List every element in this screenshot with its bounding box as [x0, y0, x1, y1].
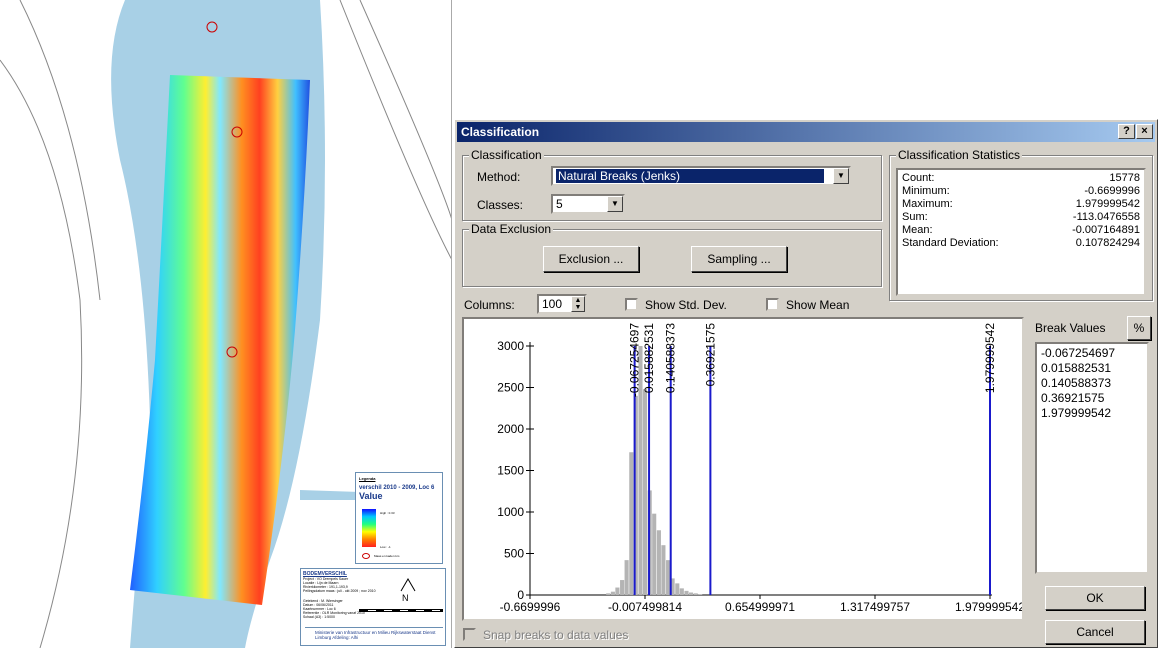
break-line-label: -0.067254697	[628, 323, 642, 397]
exclusion-button[interactable]: Exclusion ...	[543, 246, 639, 272]
y-tick-label: 2000	[497, 422, 524, 436]
classification-dialog: Classification ? × Classification Method…	[454, 119, 1158, 648]
help-button[interactable]: ?	[1118, 124, 1135, 139]
break-value[interactable]: -0.067254697	[1041, 346, 1143, 361]
sampling-button[interactable]: Sampling ...	[691, 246, 787, 272]
legend-marker-icon	[362, 553, 370, 559]
legend-value-label: Value	[359, 491, 383, 501]
columns-value: 100	[542, 297, 563, 311]
legend-marker-label: Maas en kaden km	[374, 554, 400, 558]
histogram-panel[interactable]: 0 500 1000 1500 2000 2500 3000 -0.6699996 -0.007…	[462, 317, 1025, 621]
histogram-bar	[684, 590, 689, 595]
map-legend: Legenda verschil 2010 - 2009, Loc 6 Valu…	[355, 472, 443, 564]
break-values-list[interactable]: -0.067254697 0.015882531 0.140588373 0.3…	[1035, 342, 1149, 574]
columns-label: Columns:	[464, 298, 515, 312]
classes-dropdown[interactable]: 5 ▼	[551, 194, 625, 214]
method-dropdown[interactable]: Natural Breaks (Jenks) ▼	[551, 166, 851, 186]
histogram-bar	[693, 593, 698, 595]
histogram-bar	[610, 591, 615, 595]
map-titleblock: BODEMVERSCHIL Project : VO Drempels Saue…	[300, 568, 446, 646]
dialog-title: Classification	[461, 125, 540, 139]
spinner-arrows-icon[interactable]: ▲ ▼	[571, 296, 585, 312]
classes-label: Classes:	[477, 198, 524, 212]
classification-group-label: Classification	[469, 148, 544, 162]
chevron-down-icon[interactable]: ▼	[607, 196, 623, 212]
stat-count: Count: 15778	[902, 172, 1140, 184]
stat-minimum: Minimum: -0.6699996	[902, 185, 1140, 197]
statistics-group-label: Classification Statistics	[896, 148, 1023, 162]
snap-breaks-checkbox[interactable]	[463, 628, 476, 641]
break-line-label: 0.015882531	[642, 323, 656, 393]
north-label: N	[402, 593, 409, 603]
snap-breaks-label: Snap breaks to data values	[483, 628, 629, 642]
classification-group: Classification Method: Natural Breaks (J…	[462, 148, 882, 221]
classes-value: 5	[556, 197, 563, 211]
percent-button[interactable]: %	[1127, 316, 1151, 340]
scale-bar	[359, 609, 443, 612]
dialog-titlebar[interactable]: Classification ? ×	[457, 122, 1155, 142]
show-std-dev-label: Show Std. Dev.	[645, 298, 727, 312]
classification-statistics-group: Classification Statistics Count: 15778 Mi…	[889, 148, 1153, 301]
histogram-bar	[629, 452, 634, 595]
histogram-bar	[698, 594, 703, 595]
titleblock-detail: Schaal (A3) : 1:5000	[303, 615, 335, 619]
histogram-bar	[652, 513, 657, 595]
show-mean-checkbox[interactable]	[766, 298, 779, 311]
histogram-bar	[615, 587, 620, 595]
y-tick-label: 3000	[497, 339, 524, 353]
legend-high: High : 0.33	[380, 511, 395, 515]
data-exclusion-label: Data Exclusion	[469, 222, 554, 236]
legend-color-ramp	[362, 509, 376, 547]
show-mean-label: Show Mean	[786, 298, 850, 312]
y-tick-label: 2500	[497, 381, 524, 395]
stat-maximum: Maximum: 1.979999542	[902, 198, 1140, 210]
close-button[interactable]: ×	[1136, 124, 1153, 139]
histogram-bar	[620, 580, 625, 595]
y-tick-label: 1500	[497, 464, 524, 478]
statistics-panel: Count: 15778 Minimum: -0.6699996 Maximum: 1…	[896, 168, 1146, 296]
histogram-bar	[661, 545, 666, 595]
histogram-bar	[675, 583, 680, 595]
show-std-dev-checkbox[interactable]	[625, 298, 638, 311]
histogram-chart[interactable]: 050010001500200025003000-0.6699996 -0.007…	[464, 319, 1025, 619]
break-line-label: 1.979999542	[983, 323, 997, 393]
histogram-bar	[656, 530, 661, 595]
break-line-label: 0.140588373	[664, 323, 678, 393]
histogram-bar	[688, 592, 694, 595]
x-tick-label: 0.654999971	[725, 600, 795, 614]
break-value[interactable]: 1.979999542	[1041, 406, 1143, 421]
x-tick-label: -0.6699996	[500, 600, 561, 614]
histogram-bar	[624, 560, 629, 595]
cancel-button[interactable]: Cancel	[1045, 620, 1145, 644]
columns-spinner[interactable]: 100 ▲ ▼	[537, 294, 587, 314]
break-value[interactable]: 0.140588373	[1041, 376, 1143, 391]
break-value[interactable]: 0.36921575	[1041, 391, 1143, 406]
stat-std-dev: Standard Deviation: 0.107824294	[902, 237, 1140, 249]
y-tick-label: 500	[504, 547, 524, 561]
chevron-down-icon[interactable]: ▼	[833, 168, 849, 184]
legend-low: Low : -1	[380, 545, 391, 549]
stat-mean: Mean: -0.007164891	[902, 224, 1140, 236]
method-value: Natural Breaks (Jenks)	[556, 169, 824, 183]
method-label: Method:	[477, 170, 521, 184]
break-value[interactable]: 0.015882531	[1041, 361, 1143, 376]
break-line-label: 0.36921575	[703, 323, 717, 387]
legend-heading: Legenda	[359, 476, 376, 481]
data-exclusion-group: Data Exclusion Exclusion ... Sampling ..…	[462, 222, 882, 287]
x-tick-label: -0.007499814	[608, 600, 682, 614]
ministry-label: Ministerie van Infrastructuur en Milieu …	[305, 627, 443, 640]
stat-sum: Sum: -113.0476558	[902, 211, 1140, 223]
x-tick-label: 1.317499757	[840, 600, 910, 614]
x-tick-label: 1.979999542	[955, 600, 1022, 614]
histogram-bar	[606, 593, 611, 595]
ok-button[interactable]: OK	[1045, 586, 1145, 610]
histogram-bar	[679, 588, 684, 595]
break-values-label: Break Values	[1035, 321, 1106, 335]
y-tick-label: 1000	[497, 505, 524, 519]
histogram-bar	[642, 389, 648, 595]
histogram-bar	[666, 560, 671, 595]
map-view: Legenda verschil 2010 - 2009, Loc 6 Valu…	[0, 0, 452, 648]
